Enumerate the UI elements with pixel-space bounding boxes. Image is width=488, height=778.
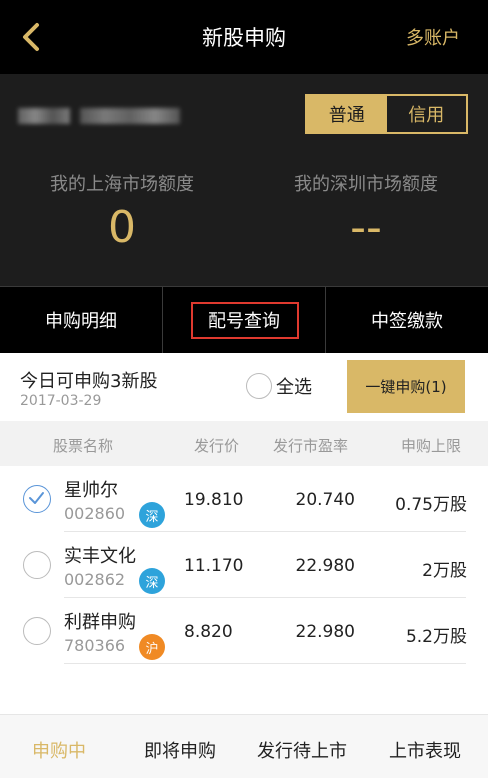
shenzhen-quota: 我的深圳市场额度 -- bbox=[244, 170, 488, 254]
masked-account-number bbox=[80, 108, 180, 124]
multi-account-button[interactable]: 多账户 bbox=[406, 24, 460, 50]
today-subscription-bar: 今日可申购3新股 2017-03-29 全选 一键申购(1) bbox=[0, 353, 488, 421]
tab-allotment-query[interactable]: 配号查询 bbox=[163, 287, 326, 353]
row-checkbox[interactable] bbox=[23, 485, 51, 513]
issue-price: 19.810 bbox=[184, 490, 244, 510]
bottom-tab-subscribing[interactable]: 申购中 bbox=[32, 737, 86, 763]
account-type-normal[interactable]: 普通 bbox=[307, 96, 387, 132]
tab-winning-payment[interactable]: 中签缴款 bbox=[326, 287, 488, 353]
market-badge: 深 bbox=[139, 502, 165, 528]
bottom-tab-pending-listing[interactable]: 发行待上市 bbox=[257, 737, 347, 763]
highlight-box bbox=[191, 302, 299, 339]
stock-code: 002860 bbox=[64, 504, 126, 523]
row-checkbox[interactable] bbox=[23, 551, 51, 579]
subscription-limit: 2万股 bbox=[422, 561, 467, 581]
issue-price: 8.820 bbox=[184, 622, 233, 642]
issue-pe: 20.740 bbox=[295, 490, 355, 510]
issue-pe: 22.980 bbox=[295, 556, 355, 576]
issue-pe: 22.980 bbox=[295, 622, 355, 642]
one-click-subscribe-button[interactable]: 一键申购(1) bbox=[347, 360, 465, 413]
stock-code: 002862 bbox=[64, 570, 126, 589]
check-icon bbox=[29, 492, 44, 504]
function-tabs: 申购明细 配号查询 中签缴款 bbox=[0, 286, 488, 353]
subscription-limit: 5.2万股 bbox=[405, 627, 467, 647]
header-issue-price: 发行价 bbox=[194, 437, 240, 455]
masked-account-name bbox=[18, 108, 70, 124]
issue-price: 11.170 bbox=[184, 556, 244, 576]
select-all-radio-icon bbox=[246, 373, 272, 399]
today-date: 2017-03-29 bbox=[20, 393, 102, 409]
market-badge: 深 bbox=[139, 568, 165, 594]
stock-name: 星帅尔 bbox=[64, 480, 118, 501]
stock-code: 780366 bbox=[64, 636, 126, 655]
bottom-tab-listing-performance[interactable]: 上市表现 bbox=[389, 737, 461, 763]
table-row[interactable]: 利群申购 780366 沪 8.820 22.980 5.2万股 bbox=[0, 598, 488, 664]
shenzhen-quota-label: 我的深圳市场额度 bbox=[294, 174, 438, 195]
select-all-label: 全选 bbox=[276, 377, 312, 398]
shanghai-quota: 我的上海市场额度 0 bbox=[0, 170, 244, 254]
row-divider bbox=[64, 663, 466, 664]
shanghai-quota-value: 0 bbox=[108, 202, 136, 253]
top-nav-bar: 新股申购 多账户 bbox=[0, 0, 488, 74]
bottom-tab-bar: 申购中 即将申购 发行待上市 上市表现 bbox=[0, 714, 488, 778]
bottom-tab-upcoming[interactable]: 即将申购 bbox=[144, 737, 216, 763]
row-checkbox[interactable] bbox=[23, 617, 51, 645]
stock-name: 实丰文化 bbox=[64, 546, 136, 567]
tab-subscription-detail[interactable]: 申购明细 bbox=[0, 287, 163, 353]
stock-name: 利群申购 bbox=[64, 612, 136, 633]
header-issue-pe: 发行市盈率 bbox=[273, 437, 349, 455]
table-row[interactable]: 星帅尔 002860 深 19.810 20.740 0.75万股 bbox=[0, 466, 488, 532]
header-subscription-limit: 申购上限 bbox=[401, 437, 462, 455]
account-type-toggle: 普通 信用 bbox=[305, 94, 468, 134]
select-all-checkbox[interactable]: 全选 bbox=[246, 373, 312, 399]
table-header: 股票名称 发行价 发行市盈率 申购上限 bbox=[0, 421, 488, 466]
header-stock-name: 股票名称 bbox=[53, 437, 114, 455]
account-panel: 普通 信用 我的上海市场额度 0 我的深圳市场额度 -- bbox=[0, 74, 488, 286]
shanghai-quota-label: 我的上海市场额度 bbox=[50, 174, 194, 195]
today-title: 今日可申购3新股 bbox=[20, 371, 158, 392]
account-type-credit[interactable]: 信用 bbox=[386, 96, 466, 132]
table-row[interactable]: 实丰文化 002862 深 11.170 22.980 2万股 bbox=[0, 532, 488, 598]
market-badge: 沪 bbox=[139, 634, 165, 660]
subscription-limit: 0.75万股 bbox=[395, 495, 467, 515]
shenzhen-quota-value: -- bbox=[350, 202, 382, 253]
